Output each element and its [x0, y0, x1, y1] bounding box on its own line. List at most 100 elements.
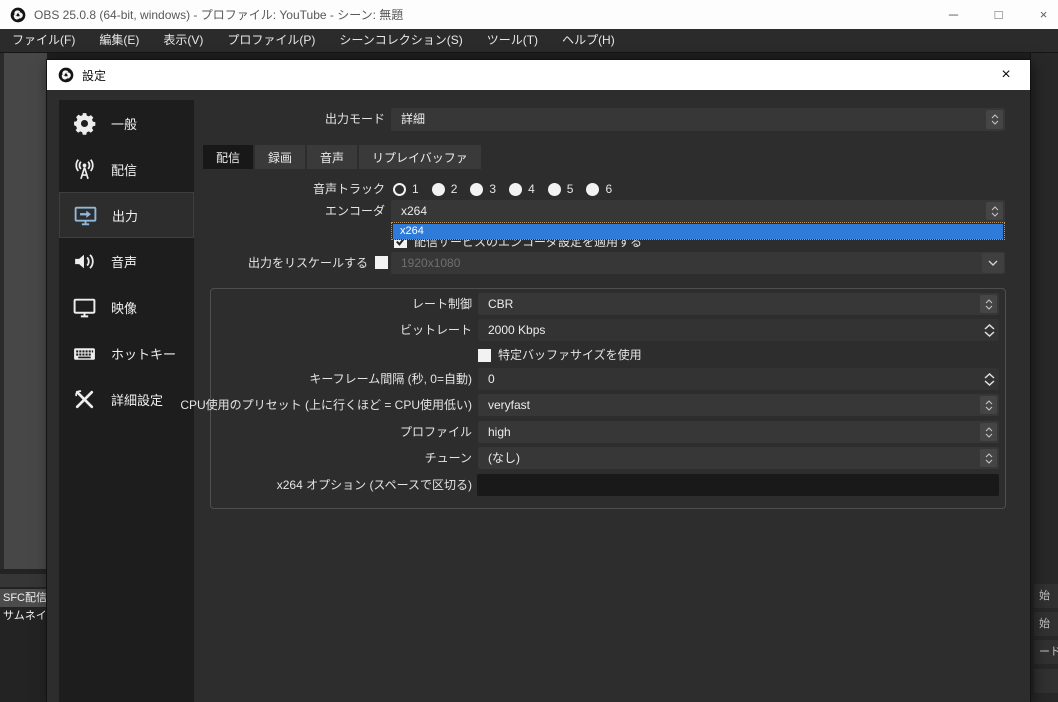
spinner-icon[interactable]: [980, 396, 997, 414]
radio-track-3[interactable]: 3: [470, 182, 496, 196]
sidebar-item-stream[interactable]: 配信: [59, 146, 194, 192]
preview-area: [0, 53, 47, 569]
spinner-icon[interactable]: [980, 423, 997, 441]
rescale-resolution-value: 1920x1080: [401, 256, 461, 270]
cpu-preset-value: veryfast: [488, 398, 531, 412]
radio-label: 2: [450, 182, 458, 196]
window-title: OBS 25.0.8 (64-bit, windows) - プロファイル: Y…: [34, 8, 404, 22]
output-tabbar: 配信 録画 音声 リプレイバッファ: [203, 145, 481, 169]
radio-selected-icon: [393, 182, 406, 196]
scene-dock: SFC配信 サムネイル: [0, 569, 47, 702]
dialog-titlebar: 設定 ×: [47, 60, 1030, 90]
sidebar-item-label: 出力: [112, 208, 139, 224]
sidebar-item-label: 一般: [111, 116, 138, 132]
obs-main-window: OBS 25.0.8 (64-bit, windows) - プロファイル: Y…: [0, 0, 1058, 702]
background-button-fragment[interactable]: ード: [1034, 640, 1058, 664]
buffer-size-label: 特定バッファサイズを使用: [498, 348, 642, 362]
radio-track-6[interactable]: 6: [586, 182, 612, 196]
spinbox-arrows-icon[interactable]: [982, 319, 996, 341]
menu-view[interactable]: 表示(V): [151, 29, 215, 52]
background-button-fragment[interactable]: 始: [1034, 584, 1058, 608]
menu-edit[interactable]: 編集(E): [87, 29, 151, 52]
window-titlebar: OBS 25.0.8 (64-bit, windows) - プロファイル: Y…: [0, 0, 1058, 29]
radio-icon: [586, 182, 600, 196]
radio-track-5[interactable]: 5: [547, 182, 574, 196]
radio-label: 1: [412, 182, 419, 196]
obs-logo-icon: [10, 7, 26, 23]
menu-scene-collection[interactable]: シーンコレクション(S): [327, 29, 474, 52]
keyframe-value: 0: [488, 372, 495, 386]
output-mode-value: 詳細: [401, 112, 426, 126]
background-button-fragment[interactable]: [1034, 669, 1058, 693]
sidebar-item-audio[interactable]: 音声: [59, 238, 194, 284]
window-controls: ─ □ ×: [931, 0, 1058, 29]
chevron-down-icon[interactable]: [982, 253, 1004, 273]
x264-options-input[interactable]: [477, 474, 999, 496]
cpu-preset-select[interactable]: veryfast: [478, 394, 999, 416]
radio-icon: [431, 182, 445, 196]
keyframe-label: キーフレーム間隔 (秒, 0=自動): [309, 372, 472, 386]
tab-replay-buffer[interactable]: リプレイバッファ: [359, 145, 481, 169]
buffer-size-checkbox[interactable]: [478, 349, 491, 362]
sidebar-item-label: ホットキー: [111, 346, 177, 362]
spinner-icon[interactable]: [986, 202, 1003, 220]
bitrate-value: 2000 Kbps: [488, 323, 546, 337]
menu-profile[interactable]: プロファイル(P): [215, 29, 327, 52]
tune-select[interactable]: (なし): [478, 447, 999, 469]
rate-control-select[interactable]: CBR: [478, 293, 999, 315]
tab-streaming[interactable]: 配信: [203, 145, 254, 169]
gear-icon: [71, 110, 97, 136]
spinner-icon[interactable]: [980, 295, 997, 313]
encoder-dropdown-item-x264[interactable]: x264: [393, 224, 1003, 239]
tab-audio[interactable]: 音声: [307, 145, 358, 169]
tune-value: (なし): [488, 451, 520, 465]
radio-icon: [509, 182, 523, 196]
rescale-checkbox[interactable]: [375, 256, 388, 269]
spinner-icon[interactable]: [980, 449, 997, 467]
keyboard-icon: [71, 340, 97, 366]
tab-recording[interactable]: 録画: [255, 145, 306, 169]
radio-label: 6: [605, 182, 613, 196]
tools-icon: [71, 386, 97, 412]
radio-icon: [547, 182, 561, 196]
spinbox-arrows-icon[interactable]: [982, 368, 996, 390]
menu-tools[interactable]: ツール(T): [475, 29, 550, 52]
controls-dock-edge: 始 始 ード: [1030, 53, 1058, 702]
sidebar-item-label: 配信: [111, 162, 138, 178]
spinner-icon[interactable]: [986, 110, 1003, 129]
radio-label: 5: [566, 182, 574, 196]
profile-select[interactable]: high: [478, 421, 999, 443]
menu-file[interactable]: ファイル(F): [0, 29, 87, 52]
cpu-preset-label: CPU使用のプリセット (上に行くほど = CPU使用低い): [180, 398, 472, 412]
radio-track-1[interactable]: 1: [393, 182, 419, 196]
rescale-label: 出力をリスケールする: [247, 256, 368, 270]
scene-item[interactable]: サムネイル: [0, 607, 47, 625]
keyframe-spinbox[interactable]: 0: [478, 368, 999, 390]
encoder-select[interactable]: x264: [391, 200, 1005, 222]
close-button[interactable]: ×: [1021, 0, 1058, 29]
background-button-fragment[interactable]: 始: [1034, 612, 1058, 636]
sidebar-item-label: 音声: [111, 254, 138, 270]
tune-label: チューン: [424, 451, 472, 465]
dialog-close-button[interactable]: ×: [992, 60, 1020, 90]
sidebar-item-output[interactable]: 出力: [59, 192, 194, 238]
maximize-button[interactable]: □: [976, 0, 1021, 29]
menu-help[interactable]: ヘルプ(H): [550, 29, 627, 52]
output-mode-select[interactable]: 詳細: [391, 108, 1005, 131]
radio-label: 4: [528, 182, 535, 196]
obs-logo-icon: [58, 67, 74, 83]
radio-track-2[interactable]: 2: [431, 182, 458, 196]
radio-track-4[interactable]: 4: [509, 182, 535, 196]
scene-item-selected[interactable]: SFC配信: [0, 589, 47, 607]
radio-label: 3: [489, 182, 497, 196]
encoder-label: エンコーダ: [324, 204, 385, 218]
bitrate-label: ビットレート: [399, 323, 472, 337]
encoder-dropdown: x264: [391, 222, 1005, 240]
rate-control-value: CBR: [488, 297, 514, 311]
sidebar-item-general[interactable]: 一般: [59, 100, 194, 146]
bitrate-spinbox[interactable]: 2000 Kbps: [478, 319, 999, 341]
minimize-button[interactable]: ─: [931, 0, 976, 29]
settings-dialog: 設定 × 一般 配信 出力 音声 映像 ホットキー 詳細設定 出力モード 詳細 …: [47, 60, 1030, 702]
speaker-icon: [71, 248, 97, 274]
rate-control-label: レート制御: [411, 297, 472, 311]
